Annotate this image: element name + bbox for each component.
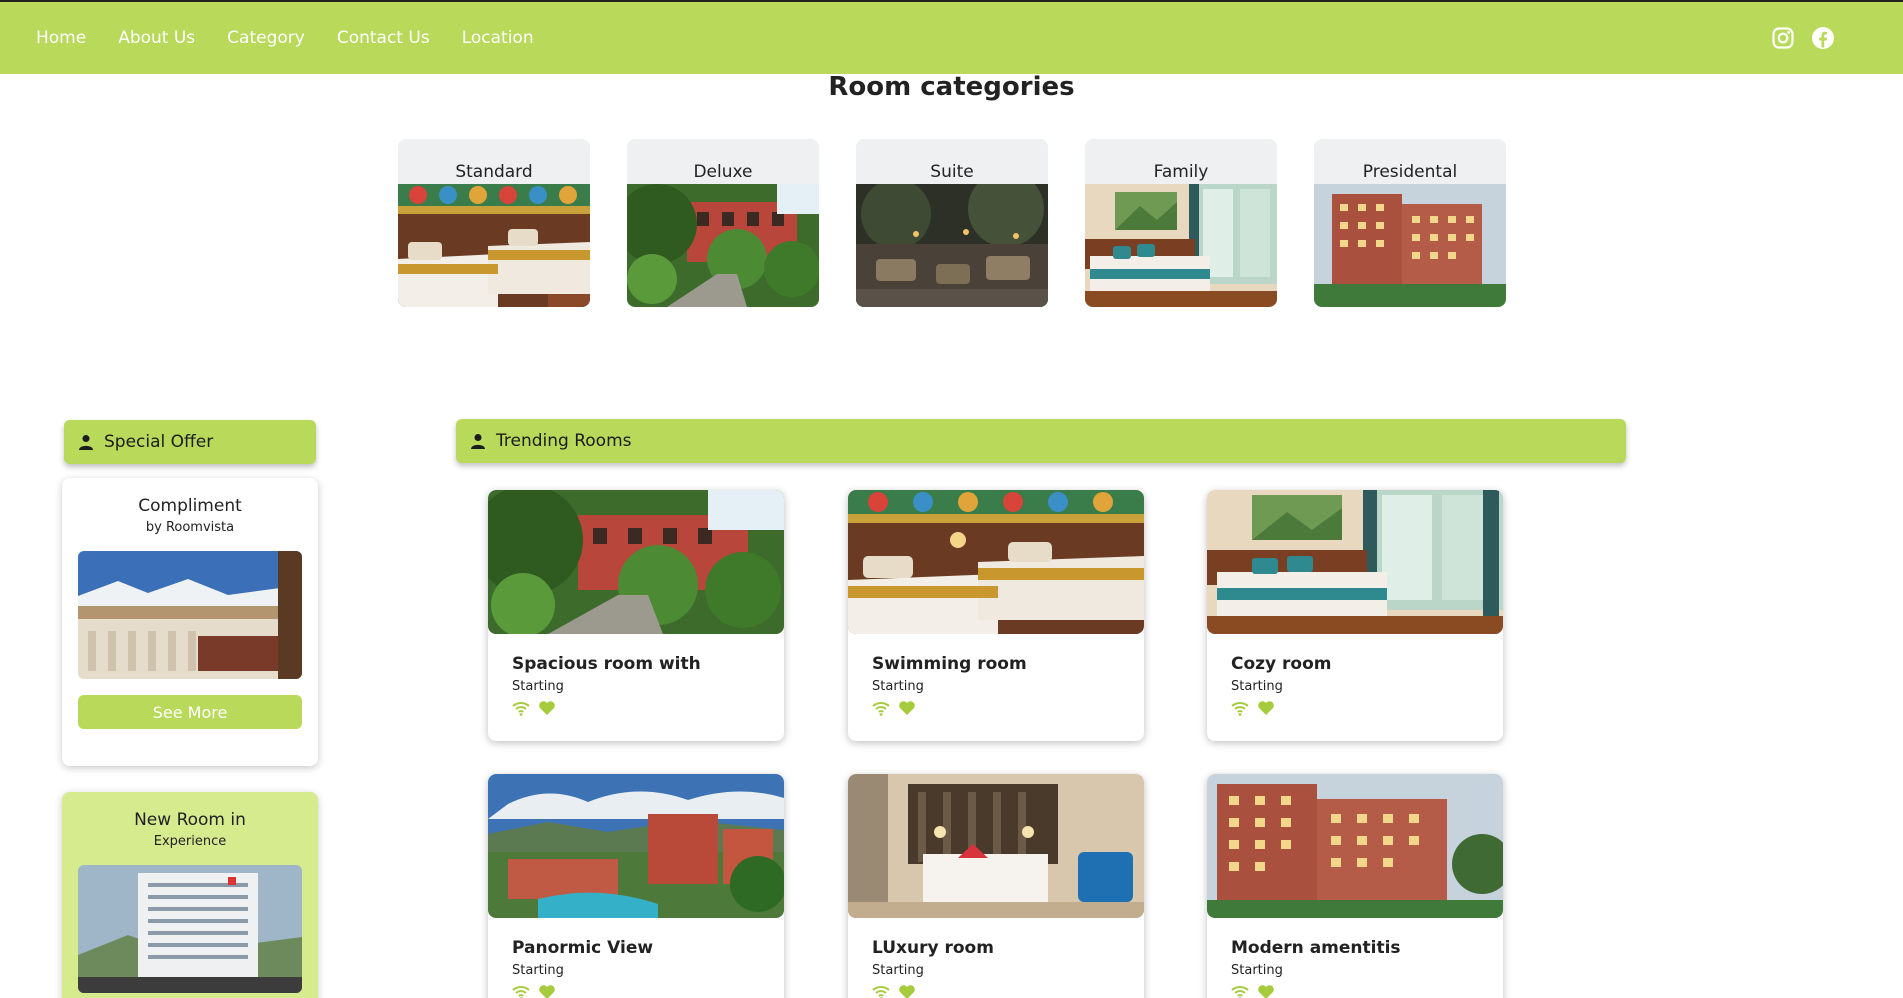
category-label: Deluxe [693, 162, 753, 182]
facebook-icon[interactable] [1811, 26, 1835, 50]
wifi-icon [512, 984, 530, 998]
room-amenities [1231, 700, 1275, 716]
room-card[interactable]: Swimming room Starting [848, 490, 1144, 741]
room-card[interactable]: Spacious room with Starting [488, 490, 784, 741]
room-card[interactable]: Cozy room Starting [1207, 490, 1503, 741]
nav-contact-us[interactable]: Contact Us [337, 28, 430, 48]
nav-home[interactable]: Home [36, 28, 86, 48]
offer-card: New Room in Experience [62, 792, 318, 998]
hotel-bedroom-photo [848, 490, 1144, 634]
room-amenities [1231, 984, 1275, 998]
offer-subtitle: Experience [153, 834, 227, 849]
user-icon [470, 433, 486, 449]
room-card[interactable]: Panormic View Starting [488, 774, 784, 998]
category-standard[interactable]: Standard [398, 139, 590, 307]
heart-icon [898, 700, 916, 716]
category-label: Suite [930, 162, 974, 182]
trending-rooms-header: Trending Rooms [456, 419, 1626, 463]
trending-rooms-label: Trending Rooms [496, 431, 632, 451]
room-subtitle: Starting [872, 963, 924, 978]
category-family[interactable]: Family [1085, 139, 1277, 307]
instagram-icon[interactable] [1771, 26, 1795, 50]
room-amenities [872, 700, 916, 716]
top-navbar: Home About Us Category Contact Us Locati… [0, 0, 1903, 74]
room-subtitle: Starting [512, 679, 564, 694]
offer-title: Compliment [138, 496, 242, 516]
room-title: Panormic View [512, 938, 654, 958]
room-title: Spacious room with [512, 654, 701, 674]
user-icon [78, 434, 94, 450]
wifi-icon [872, 984, 890, 998]
room-title: Cozy room [1231, 654, 1332, 674]
category-label: Standard [455, 162, 533, 182]
main-nav: Home About Us Category Contact Us Locati… [36, 28, 534, 48]
resort-pool-aerial-photo [488, 774, 784, 918]
category-suite[interactable]: Suite [856, 139, 1048, 307]
bright-bedroom-photo [1207, 490, 1503, 634]
heart-icon [538, 984, 556, 998]
heart-icon [538, 700, 556, 716]
wifi-icon [512, 700, 530, 716]
special-offer-label: Special Offer [104, 432, 214, 452]
room-subtitle: Starting [872, 679, 924, 694]
see-more-button[interactable]: See More [78, 695, 302, 729]
room-title: Modern amentitis [1231, 938, 1401, 958]
room-categories-title: Room categories [828, 72, 1075, 102]
modern-hotel-tower-photo [78, 865, 302, 993]
nav-category[interactable]: Category [227, 28, 305, 48]
garden-courtyard-photo [627, 184, 819, 307]
heart-icon [898, 984, 916, 998]
brick-hotel-building-photo [1314, 184, 1506, 307]
brick-hotel-building-photo [1207, 774, 1503, 918]
offer-title: New Room in [134, 810, 246, 830]
room-amenities [512, 984, 556, 998]
wifi-icon [1231, 700, 1249, 716]
wifi-icon [872, 700, 890, 716]
luxury-bedroom-photo [848, 774, 1144, 918]
category-list: Standard Deluxe Suite Family Presidental [398, 139, 1506, 307]
heart-icon [1257, 700, 1275, 716]
patio-lounge-photo [856, 184, 1048, 307]
balcony-mountain-view-photo [78, 551, 302, 679]
room-title: Swimming room [872, 654, 1027, 674]
hotel-bedroom-photo [398, 184, 590, 307]
category-label: Presidental [1362, 162, 1458, 182]
offer-subtitle: by Roomvista [145, 520, 235, 535]
nav-location[interactable]: Location [462, 28, 534, 48]
category-presidental[interactable]: Presidental [1314, 139, 1506, 307]
room-card[interactable]: Modern amentitis Starting [1207, 774, 1503, 998]
room-amenities [872, 984, 916, 998]
room-subtitle: Starting [1231, 963, 1283, 978]
category-label: Family [1153, 162, 1209, 182]
heart-icon [1257, 984, 1275, 998]
wifi-icon [1231, 984, 1249, 998]
nav-about-us[interactable]: About Us [118, 28, 195, 48]
offer-card: Compliment by Roomvista See More [62, 478, 318, 766]
social-links [1771, 26, 1835, 50]
room-title: LUxury room [872, 938, 994, 958]
category-deluxe[interactable]: Deluxe [627, 139, 819, 307]
garden-courtyard-photo [488, 490, 784, 634]
room-amenities [512, 700, 556, 716]
bright-bedroom-photo [1085, 184, 1277, 307]
room-subtitle: Starting [1231, 679, 1283, 694]
room-card[interactable]: LUxury room Starting [848, 774, 1144, 998]
special-offer-header: Special Offer [64, 420, 316, 464]
room-subtitle: Starting [512, 963, 564, 978]
